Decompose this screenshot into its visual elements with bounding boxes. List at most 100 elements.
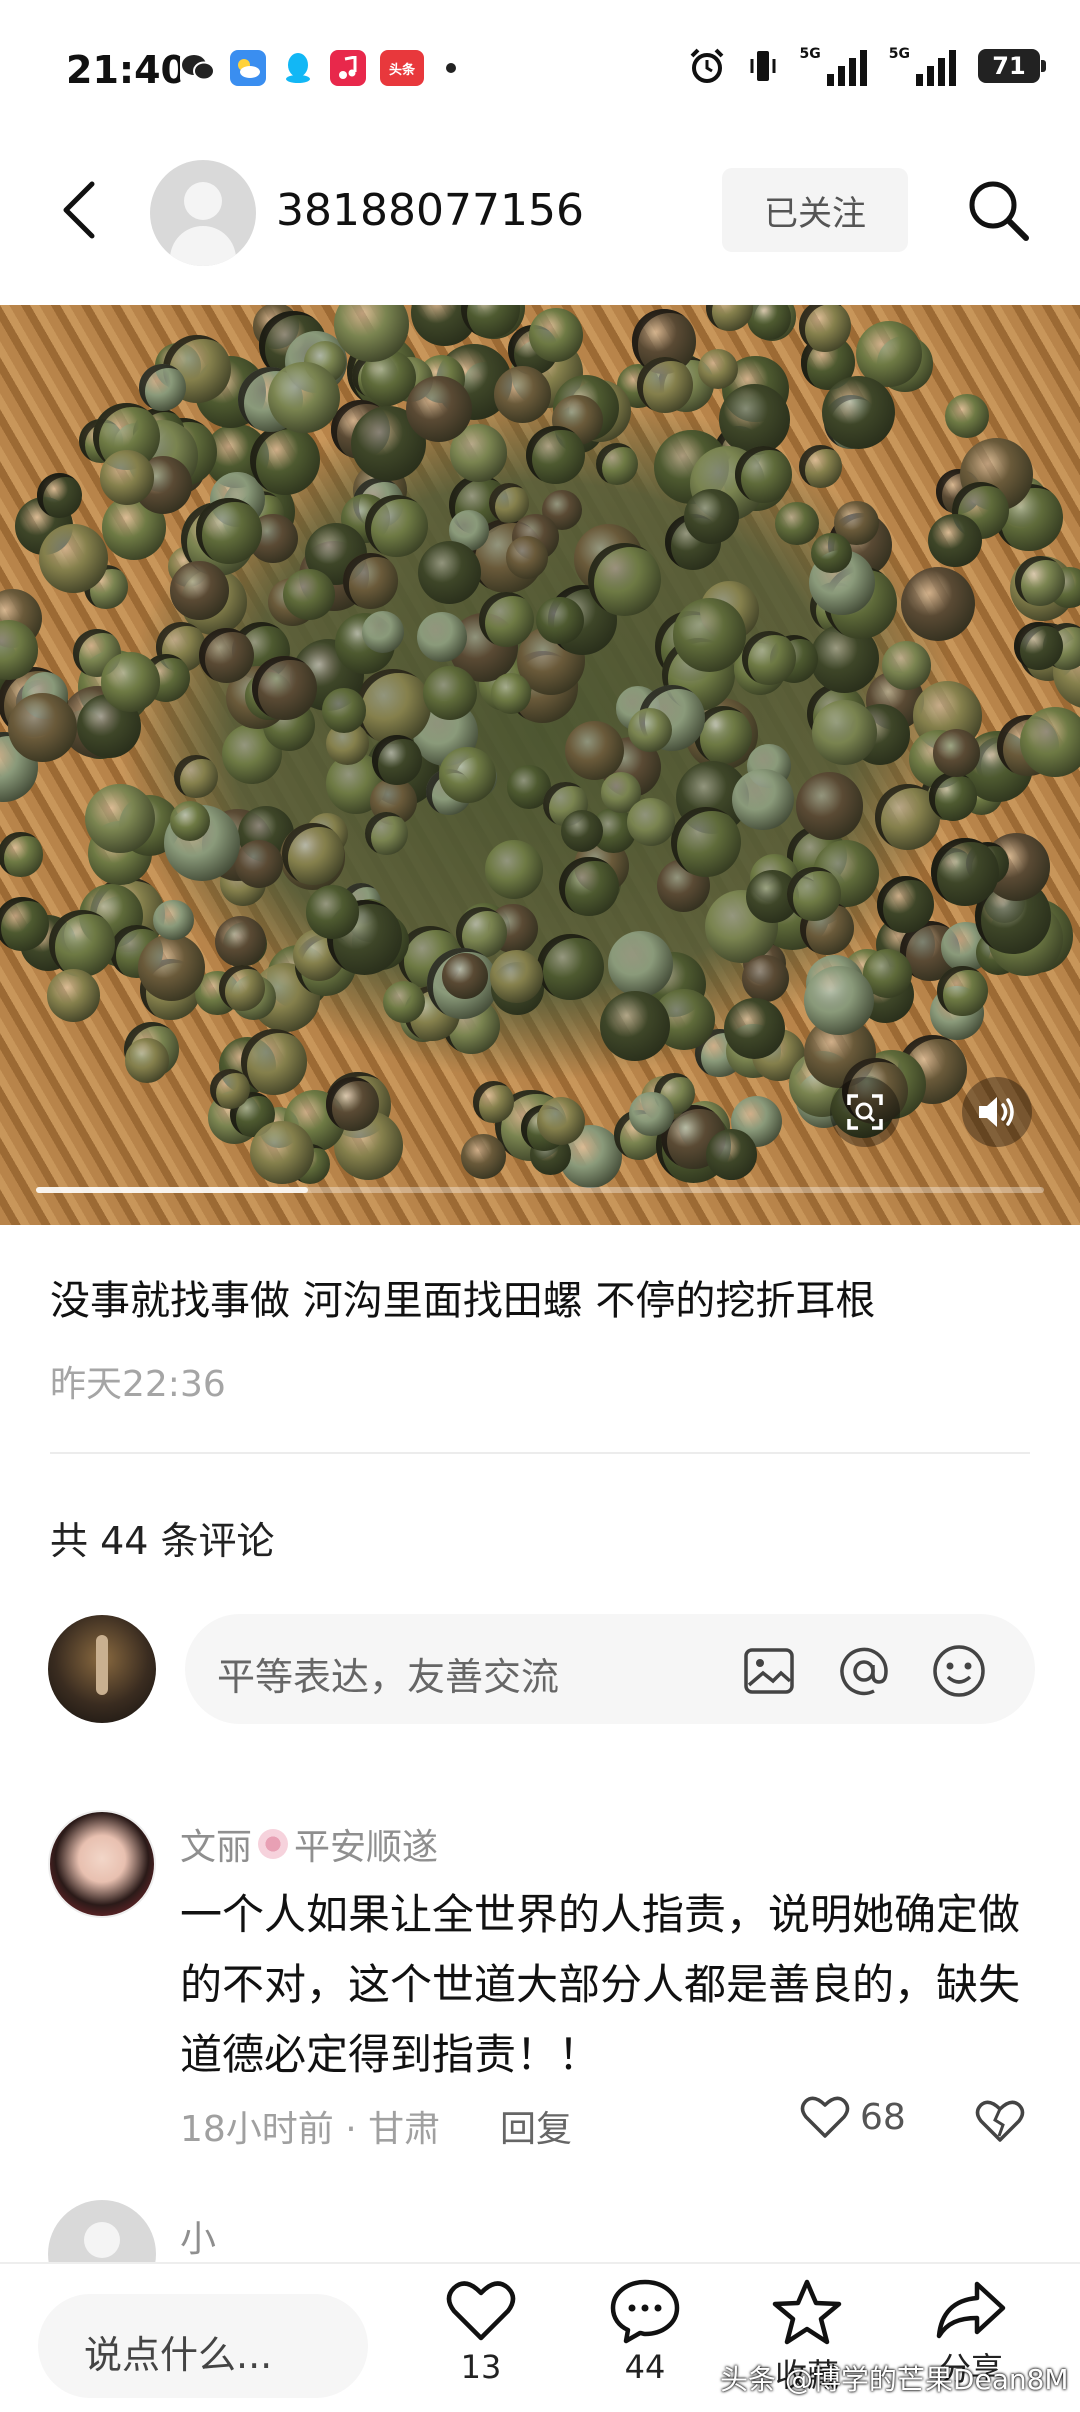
bottom-input-placeholder: 说点什么... [84, 2333, 273, 2377]
search-button[interactable] [958, 170, 1038, 250]
bottom-comment-input[interactable]: 说点什么... [38, 2294, 368, 2398]
heart-icon [800, 2096, 850, 2138]
weather-icon [230, 50, 266, 86]
author-username[interactable]: 38188077156 [276, 185, 584, 236]
comment-like-button[interactable]: 68 [800, 2094, 906, 2140]
snail-texture [506, 536, 549, 579]
comment-author-2[interactable]: 小 [180, 2210, 216, 2262]
snail-texture [930, 838, 999, 907]
snail-texture [821, 376, 895, 449]
fullscreen-button[interactable] [830, 1077, 900, 1147]
snail-texture [252, 655, 317, 721]
search-icon [969, 181, 1029, 241]
snail-texture [742, 954, 790, 1003]
snail-texture [174, 755, 218, 799]
network-type-2: 5G [888, 46, 910, 62]
status-bar: 21:40 头条 5G 5G 71 [0, 0, 1080, 140]
signal-icon-1: 5G [800, 46, 867, 86]
current-user-avatar [48, 1615, 156, 1723]
snail-texture [490, 950, 543, 1003]
volume-button[interactable] [962, 1077, 1032, 1147]
snail-texture [637, 357, 694, 414]
snail-texture [281, 823, 344, 886]
snail-texture [250, 1120, 314, 1185]
snail-texture [423, 666, 478, 720]
snail-texture [195, 498, 262, 564]
snail-texture [48, 910, 116, 978]
snail-texture [697, 348, 738, 390]
snail-texture [234, 839, 283, 888]
snail-texture [742, 630, 797, 685]
snail-texture [536, 1096, 586, 1146]
comment-author-name: 文丽 [180, 1827, 253, 1868]
comment-dislike-button[interactable] [975, 2098, 1025, 2148]
snail-texture [198, 627, 255, 684]
snail-texture [138, 363, 186, 411]
back-arrow-icon [63, 181, 95, 239]
snail-texture [944, 394, 989, 439]
comment-bubble-icon [610, 2279, 680, 2344]
emoji-icon[interactable] [930, 1642, 988, 1700]
snail-texture [0, 832, 43, 877]
image-picker-icon[interactable] [740, 1642, 798, 1700]
author-avatar[interactable] [150, 160, 256, 266]
snail-texture [365, 494, 428, 557]
reply-button[interactable]: 回复 [500, 2100, 572, 2152]
mention-icon[interactable] [835, 1642, 893, 1700]
snail-texture [928, 513, 983, 568]
snail-texture [1014, 555, 1065, 607]
like-count: 13 [460, 2348, 502, 2386]
share-arrow-icon [936, 2281, 1006, 2339]
snail-texture [537, 933, 604, 1000]
heart-icon [446, 2281, 516, 2341]
snail-texture [241, 1029, 307, 1095]
snail-texture [928, 772, 978, 821]
snail-texture [124, 1038, 169, 1083]
status-app-icons: 头条 [180, 50, 456, 86]
comment-button[interactable]: 44 [590, 2278, 700, 2408]
snail-texture [882, 640, 932, 690]
snail-texture [7, 693, 77, 763]
snail-texture [558, 856, 619, 917]
snail-texture [283, 569, 335, 621]
profile-header: 38188077156 已关注 [0, 140, 1080, 305]
post-time: 昨天22:36 [50, 1364, 226, 1405]
snail-texture [607, 931, 673, 997]
snail-texture [599, 991, 670, 1062]
video-player[interactable] [0, 305, 1080, 1225]
snail-texture [718, 384, 790, 456]
star-icon [772, 2279, 842, 2345]
snail-texture [325, 1077, 380, 1132]
battery-icon: 71 [978, 49, 1046, 83]
battery-level: 71 [992, 52, 1026, 80]
flower-badge-icon [258, 1829, 289, 1859]
comment-input[interactable]: 平等表达，友善交流 [185, 1614, 1035, 1724]
like-button[interactable]: 13 [426, 2278, 536, 2408]
snail-texture [735, 445, 793, 503]
snail-texture [47, 969, 101, 1023]
network-type-1: 5G [799, 46, 821, 62]
qq-icon [280, 50, 316, 86]
snail-texture [490, 672, 532, 714]
commenter-avatar[interactable] [48, 1810, 156, 1918]
snail-texture [100, 652, 160, 712]
comment-author-badge: 平安顺遂 [294, 1827, 439, 1868]
snail-texture [218, 964, 265, 1011]
follow-button[interactable]: 已关注 [722, 168, 908, 252]
snail-texture [484, 839, 544, 899]
divider [50, 1452, 1030, 1454]
snail-texture [683, 488, 740, 545]
snail-texture [672, 598, 747, 673]
snail-texture [775, 501, 820, 546]
snail-texture [565, 720, 625, 780]
snail-texture [364, 812, 408, 856]
watermark: 头条 @博学的芒果Dean8M [720, 2363, 1069, 2396]
snail-texture [629, 1091, 674, 1137]
comment-author[interactable]: 文丽 平安顺遂 [180, 1818, 438, 1870]
back-button[interactable] [50, 170, 110, 250]
snail-texture [1013, 621, 1063, 671]
vibrate-icon [750, 51, 776, 81]
video-progress-track[interactable] [36, 1187, 1044, 1193]
snail-texture [937, 965, 988, 1016]
snail-texture [100, 450, 155, 505]
